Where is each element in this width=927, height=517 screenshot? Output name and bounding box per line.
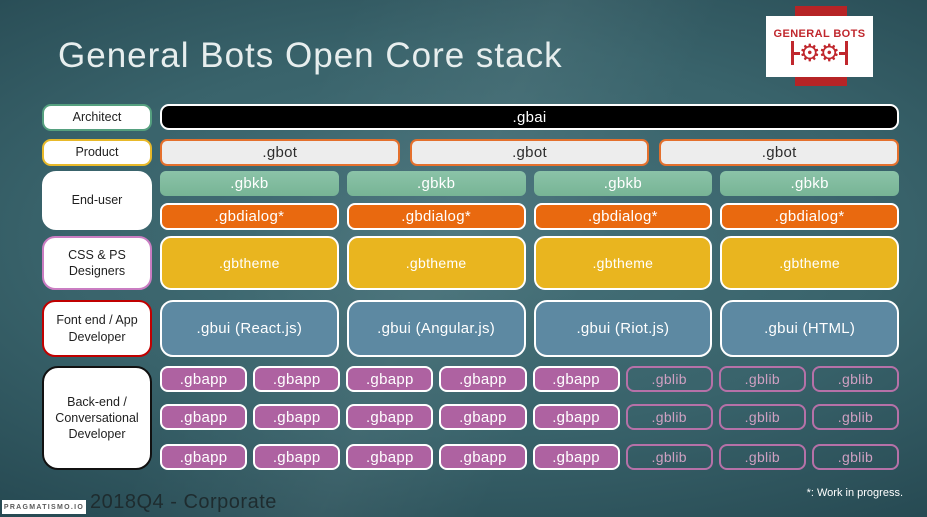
role-label-front-end-app-developer: Font end / App Developer [42,300,152,357]
gbtheme-box: .gbtheme [720,236,899,290]
role-label-architect: Architect [42,104,152,131]
stack-row-architecture: .gbai [160,104,899,130]
role-label-product: Product [42,139,152,166]
gbkb-box: .gbkb [533,171,713,196]
gbui-box: .gbui (HTML) [720,300,899,357]
gears-icon: ⚙ ⚙ [790,39,849,67]
gbai-box: .gbai [160,104,899,130]
stack-row-knowledge-base: .gbkb .gbkb .gbkb .gbkb [160,171,899,196]
role-label-end-user: End-user [42,171,152,230]
stack-row-apps-row-3: .gbapp .gbapp .gbapp .gbapp .gbapp .gblib .gbl… [160,444,899,470]
gbapp-box: .gbapp [532,404,620,430]
gblib-box: .gblib [625,366,713,392]
gbapp-box: .gbapp [160,404,248,430]
gbapp-box: .gbapp [346,404,434,430]
gear-icon: ⚙ [798,39,821,67]
stack-row-dialog: .gbdialog* .gbdialog* .gbdialog* .gbdialog* [160,203,899,230]
gbui-box: .gbui (Angular.js) [346,300,526,357]
gbapp-box: .gbapp [346,366,434,392]
gbapp-box: .gbapp [439,404,527,430]
gblib-box: .gblib [718,404,806,430]
slide-background: General Bots Open Core stack GENERAL BOT… [0,0,927,517]
gbot-box: .gbot [409,139,650,166]
stack-row-theme: .gbtheme .gbtheme .gbtheme .gbtheme [160,236,899,290]
gbapp-box: .gbapp [439,366,527,392]
footnote: *: Work in progress. [806,487,903,499]
gblib-box: .gblib [718,366,806,392]
gblib-box: .gblib [811,404,899,430]
stack-row-product: .gbot .gbot .gbot [160,139,900,166]
gbkb-box: .gbkb [346,171,526,196]
gbapp-box: .gbapp [160,444,248,470]
gbapp-box: .gbapp [532,444,620,470]
gbapp-box: .gbapp [439,444,527,470]
pragmatismo-logo: PRAGMATISMO.IO [2,500,86,514]
gblib-box: .gblib [811,366,899,392]
gbkb-box: .gbkb [160,171,339,196]
gbdialog-box: .gbdialog* [346,203,526,230]
general-bots-logo: GENERAL BOTS ⚙ ⚙ [766,16,873,77]
gblib-box: .gblib [625,404,713,430]
gblib-box: .gblib [625,444,713,470]
gbtheme-box: .gbtheme [346,236,526,290]
gblib-box: .gblib [718,444,806,470]
gblib-box: .gblib [811,444,899,470]
role-label-css-ps-designers: CSS & PS Designers [42,236,152,290]
gbtheme-box: .gbtheme [533,236,713,290]
gbapp-box: .gbapp [160,366,248,392]
stack-row-apps-row-1: .gbapp .gbapp .gbapp .gbapp .gbapp .gblib .gbl… [160,366,899,392]
gbui-box: .gbui (Riot.js) [533,300,713,357]
stack-row-ui: .gbui (React.js) .gbui (Angular.js) .gbui … [160,300,899,357]
gbdialog-box: .gbdialog* [720,203,899,230]
gbapp-box: .gbapp [253,444,341,470]
gbot-box: .gbot [659,139,900,166]
role-label-back-end-conversational-developer: Back-end / Conversational Developer [42,366,152,470]
gear-frame-line [845,41,849,65]
gbui-box: .gbui (React.js) [160,300,339,357]
gbdialog-box: .gbdialog* [160,203,339,230]
gear-icon: ⚙ [818,39,841,67]
stack-row-apps-row-2: .gbapp .gbapp .gbapp .gbapp .gbapp .gblib .gbl… [160,404,899,430]
gbapp-box: .gbapp [532,366,620,392]
gbot-box: .gbot [160,139,400,166]
gbapp-box: .gbapp [346,444,434,470]
gbdialog-box: .gbdialog* [533,203,713,230]
footer-caption: 2018Q4 - Corporate [90,491,277,513]
page-title: General Bots Open Core stack [58,36,563,75]
gbtheme-box: .gbtheme [160,236,339,290]
gbapp-box: .gbapp [253,366,341,392]
gbkb-box: .gbkb [720,171,899,196]
gbapp-box: .gbapp [253,404,341,430]
